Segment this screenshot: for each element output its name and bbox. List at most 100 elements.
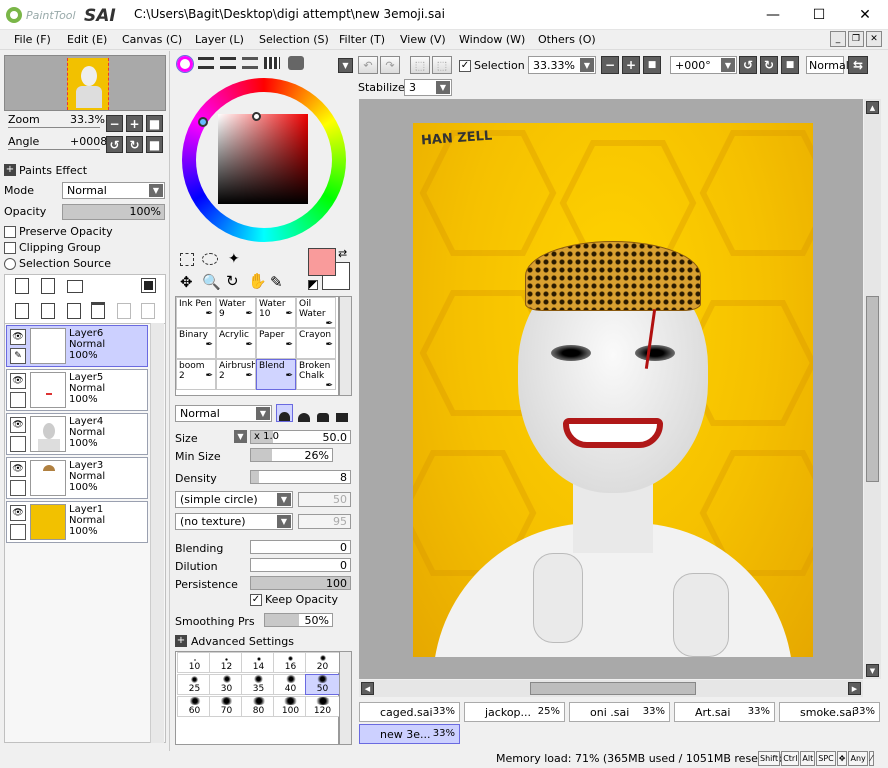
sv-cursor[interactable]	[252, 112, 261, 121]
texture-strength-slider[interactable]: 95	[298, 514, 351, 529]
size-scrollbar[interactable]	[339, 651, 352, 745]
transfer-down-icon[interactable]	[15, 303, 29, 319]
invert-selection-button[interactable]: ⬚	[432, 56, 452, 74]
menu-selection[interactable]: Selection (S)	[259, 33, 329, 46]
vertical-scroll-thumb[interactable]	[866, 296, 879, 482]
zoom-in-button[interactable]: +	[126, 115, 143, 132]
zoom-out-button[interactable]: −	[106, 115, 123, 132]
magic-wand-icon[interactable]: ✦	[228, 251, 240, 267]
brush-size-preset[interactable]: 50	[305, 674, 340, 695]
shape-strength-slider[interactable]: 50	[298, 492, 351, 507]
blending-slider[interactable]: 0	[250, 540, 351, 554]
menu-canvas[interactable]: Canvas (C)	[122, 33, 182, 46]
tab-jackop[interactable]: jackop... 25%	[464, 702, 565, 722]
lock-icon[interactable]	[10, 480, 26, 496]
preserve-opacity-checkbox[interactable]: Preserve Opacity	[4, 225, 113, 238]
layer-scrollbar[interactable]	[150, 323, 164, 743]
canvas-blend-mode[interactable]: Normal	[806, 56, 849, 74]
selection-checkbox[interactable]: ✓ Selection	[459, 59, 525, 72]
brush-slot[interactable]: boom 2 ✒	[176, 359, 216, 390]
eye-icon[interactable]: 👁	[10, 417, 26, 433]
brush-size-preset[interactable]: 10	[177, 652, 212, 673]
canvas-rotate-reset-button[interactable]: ■	[781, 56, 799, 74]
flip-canvas-button[interactable]: ⇆	[848, 56, 868, 74]
menu-layer[interactable]: Layer (L)	[195, 33, 244, 46]
deselect-button[interactable]: ⬚	[410, 56, 430, 74]
color-wheel-tab-icon[interactable]	[176, 55, 194, 73]
rotation-select[interactable]: +000° ▼	[670, 56, 737, 74]
lasso-icon[interactable]	[202, 253, 218, 265]
rgb-slider-tab-icon[interactable]	[198, 57, 214, 69]
layer-row[interactable]: 👁 Layer1 Normal 100%	[6, 501, 148, 543]
maximize-button[interactable]: ☐	[796, 0, 842, 30]
size-range-dropdown[interactable]: ▼	[234, 430, 247, 443]
density-slider[interactable]: 8	[250, 470, 351, 484]
tab-smoke[interactable]: smoke.sai 33%	[779, 702, 880, 722]
canvas-zoom-in-button[interactable]: +	[622, 56, 640, 74]
close-button[interactable]: ✕	[842, 0, 888, 30]
brush-size-preset[interactable]: 30	[209, 674, 244, 695]
brush-size-preset[interactable]: 60	[177, 696, 212, 717]
saturation-value-square[interactable]	[218, 114, 308, 204]
brush-mode-select[interactable]: Normal ▼	[175, 405, 272, 422]
eye-icon[interactable]: 👁	[10, 329, 26, 345]
brush-slot[interactable]: Broken Chalk ✒	[296, 359, 336, 390]
menu-view[interactable]: View (V)	[400, 33, 446, 46]
redo-button[interactable]: ↷	[380, 56, 400, 74]
toolbar-menu-button[interactable]: ▼	[338, 58, 353, 73]
swatch-tab-icon[interactable]	[264, 57, 280, 69]
selection-source-checkbox[interactable]: Selection Source	[4, 257, 111, 270]
brush-slot[interactable]: Blend ✒	[256, 359, 296, 390]
hue-cursor[interactable]	[198, 117, 208, 127]
size-slider[interactable]: x 1.0 50.0	[250, 430, 351, 444]
layer-row[interactable]: 👁 Layer3 Normal 100%	[6, 457, 148, 499]
brush-size-preset[interactable]: 35	[241, 674, 276, 695]
rotate-left-button[interactable]: ↺	[106, 136, 123, 153]
edge-hardness-selector[interactable]	[276, 404, 352, 422]
zoom-reset-button[interactable]: ■	[146, 115, 163, 132]
dilution-slider[interactable]: 0	[250, 558, 351, 572]
tab-new-3emoji[interactable]: new 3e... 33%	[359, 724, 460, 744]
brush-slot[interactable]: Water 10 ✒	[256, 297, 296, 328]
move-icon[interactable]: ✥	[180, 273, 193, 291]
lock-icon[interactable]	[10, 436, 26, 452]
expand-icon[interactable]: +	[175, 635, 187, 647]
new-folder-icon[interactable]	[67, 280, 83, 293]
brush-size-preset[interactable]: 14	[241, 652, 276, 673]
mode-select[interactable]: Normal ▼	[62, 182, 165, 199]
lock-icon[interactable]	[10, 524, 26, 540]
horizontal-scroll-thumb[interactable]	[530, 682, 696, 695]
brush-size-preset[interactable]: 25	[177, 674, 212, 695]
undo-button[interactable]: ↶	[358, 56, 378, 74]
brush-slot[interactable]: Crayon ✒	[296, 328, 336, 359]
brush-slot[interactable]: Ink Pen ✒	[176, 297, 216, 328]
stabilizer-select[interactable]: 3 ▼	[404, 79, 452, 96]
mdi-minimize-button[interactable]: _	[830, 31, 846, 47]
new-layer-icon[interactable]	[15, 278, 29, 294]
brush-slot[interactable]: Paper ✒	[256, 328, 296, 359]
scratchpad-tab-icon[interactable]	[288, 56, 304, 70]
rect-select-icon[interactable]	[180, 253, 194, 266]
rotate-reset-button[interactable]: ■	[146, 136, 163, 153]
reset-colors-icon[interactable]	[308, 280, 318, 290]
canvas-horizontal-scrollbar[interactable]: ◀ ▶	[359, 680, 863, 697]
keep-opacity-checkbox[interactable]: ✓ Keep Opacity	[250, 593, 338, 606]
canvas-area[interactable]: HAN ZELL	[359, 99, 863, 679]
brush-slot[interactable]: Water 9 ✒	[216, 297, 256, 328]
tab-oni[interactable]: oni .sai 33%	[569, 702, 670, 722]
paints-effect-label[interactable]: Paints Effect	[19, 164, 87, 177]
brush-slot[interactable]: Oil Water ✒	[296, 297, 336, 328]
layer-mask-icon[interactable]	[141, 278, 156, 293]
zoom-slider[interactable]	[8, 127, 100, 128]
eye-icon[interactable]: 👁	[10, 461, 26, 477]
canvas-zoom-out-button[interactable]: −	[601, 56, 619, 74]
new-vector-layer-icon[interactable]	[41, 278, 55, 294]
merge-down-icon[interactable]	[41, 303, 55, 319]
canvas-rotate-left-button[interactable]: ↺	[739, 56, 757, 74]
menu-file[interactable]: File (F)	[14, 33, 51, 46]
canvas-artwork[interactable]: HAN ZELL	[413, 123, 813, 657]
brush-scrollbar[interactable]	[339, 296, 352, 396]
advanced-settings-label[interactable]: Advanced Settings	[191, 635, 294, 648]
angle-slider[interactable]	[8, 149, 100, 150]
min-size-slider[interactable]: 26%	[250, 448, 333, 462]
